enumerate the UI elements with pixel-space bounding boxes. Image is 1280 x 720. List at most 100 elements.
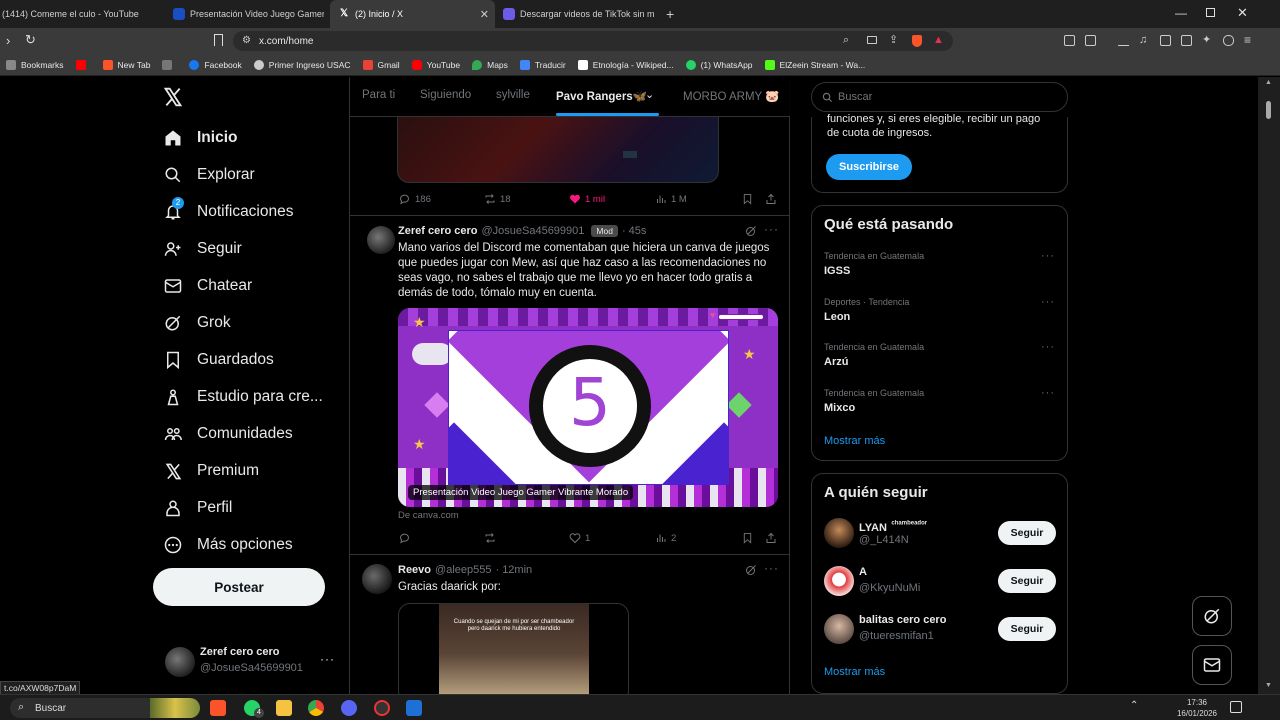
brave-shields-icon[interactable] [912,35,922,47]
file-explorer-icon[interactable] [276,700,292,716]
bookmark-item[interactable] [75,59,91,70]
tab-morbo-army[interactable]: MORBO ARMY 🐷 [683,89,780,103]
views-button[interactable]: 1 M [655,193,687,205]
link-card[interactable]: ★ ★ ★ ♥ 5 Presentación Video Juego Gamer… [398,308,778,507]
bookmark-icon[interactable] [742,193,753,205]
scroll-up-icon[interactable]: ▲ [1265,79,1272,86]
app-icon[interactable] [406,700,422,716]
account-switcher[interactable]: Zeref cero cero @JosueSa45699901 ··· [160,640,340,684]
taskbar-search[interactable]: ⌕ Buscar [10,698,200,718]
nav-more-options[interactable]: Más opciones [163,535,293,555]
brave-rewards-icon[interactable]: ▲ [933,34,944,46]
more-icon[interactable]: ··· [1041,341,1055,353]
new-tab-icon[interactable]: + [666,6,674,22]
cast-icon[interactable] [867,36,877,44]
author-handle[interactable]: @aleep555 [435,564,491,576]
tab-for-you[interactable]: Para ti [362,89,395,101]
page-scrollbar[interactable]: ▲ ▼ [1258,77,1280,694]
repost-button[interactable] [484,532,500,544]
bookmark-item[interactable]: Bookmarks [6,59,64,70]
show-more-link[interactable]: Mostrar más [824,666,885,678]
leo-icon[interactable]: ✦ [1202,35,1213,46]
share-icon[interactable] [765,532,777,544]
chevron-up-icon[interactable]: ⌃ [1130,700,1138,711]
nav-bookmarks[interactable]: Guardados [163,350,274,370]
more-icon[interactable]: ··· [764,222,779,236]
address-bar[interactable]: ⚙ x.com/home ⌕ ⇪ ▲ [233,31,953,51]
nav-premium[interactable]: Premium [163,461,259,481]
bookmark-icon[interactable] [742,532,753,544]
screenshot-icon[interactable] [1085,35,1096,46]
media-image[interactable]: Cuando se quejan de mi por ser chambeado… [398,603,629,694]
nav-grok[interactable]: Grok [163,313,231,333]
subscribe-button[interactable]: Suscribirse [826,154,912,180]
more-icon[interactable]: ··· [764,561,779,575]
clock[interactable]: 17:36 16/01/2026 [1172,697,1222,719]
whatsapp-taskbar-icon[interactable]: 4 [244,700,264,718]
zoom-icon[interactable]: ⌕ [843,34,849,47]
follow-suggestion[interactable]: LYAN chambeador @_L414N Seguir [812,514,1067,558]
nav-communities[interactable]: Comunidades [163,424,293,444]
chrome-icon[interactable] [308,700,324,716]
tab-pavo-rangers[interactable]: Pavo Rangers🦋 [556,89,647,103]
nav-profile[interactable]: Perfil [163,498,232,518]
timestamp[interactable]: · 45s [622,225,646,237]
vpn-icon[interactable] [1223,35,1234,46]
trend-item[interactable]: Tendencia en Guatemala Arzú ··· [812,337,1067,381]
sidebar-icon[interactable] [1160,35,1171,46]
bookmark-page-icon[interactable] [214,34,223,46]
grok-float-button[interactable] [1192,596,1232,636]
bookmark-item[interactable]: Maps [472,59,508,70]
follow-button[interactable]: Seguir [998,521,1056,545]
reply-button[interactable] [399,532,415,544]
follow-suggestion[interactable]: A @KkyuNuMi Seguir [812,562,1067,606]
bookmark-item[interactable]: Gmail [362,59,400,70]
search-input[interactable]: Buscar [811,82,1068,112]
nav-notifications[interactable]: 2 Notificaciones [163,197,294,222]
bookmark-item[interactable]: Primer Ingreso USAC [253,59,351,70]
obs-icon[interactable] [374,700,390,716]
follow-suggestion[interactable]: balitas cero cero @tueresmifan1 Seguir [812,610,1067,654]
bookmark-item[interactable]: Etnología - Wikiped... [577,59,674,70]
discord-icon[interactable] [341,700,357,716]
views-button[interactable]: 2 [655,532,676,544]
site-info-icon[interactable]: ⚙ [242,35,251,46]
more-icon[interactable]: ··· [1041,250,1055,262]
scrollbar-thumb[interactable] [1266,101,1271,119]
menu-icon[interactable]: ≡ [1244,34,1255,46]
x-logo-icon[interactable] [163,87,183,107]
bookmark-item[interactable]: YouTube [411,59,460,70]
tweet[interactable]: Reevo @aleep555 · 12min ··· Gracias daar… [350,555,790,694]
trend-item[interactable]: Deportes · Tendencia Leon ··· [812,292,1067,336]
scroll-down-icon[interactable]: ▼ [1265,682,1272,689]
trend-item[interactable]: Tendencia en Guatemala IGSS ··· [812,246,1067,290]
author-name[interactable]: Reevo [398,564,431,576]
maximize-icon[interactable] [1206,8,1215,17]
bookmark-item[interactable]: Traducir [519,59,566,70]
bookmark-item[interactable]: Facebook [189,59,242,70]
wallet-icon[interactable] [1181,35,1192,46]
author-handle[interactable]: @JosueSa45699901 [481,225,584,237]
browser-tab-tiktok[interactable]: Descargar videos de TikTok sin marca [495,0,660,28]
show-more-link[interactable]: Mostrar más [824,435,885,447]
share-icon[interactable] [765,193,777,205]
trend-item[interactable]: Tendencia en Guatemala Mixco ··· [812,383,1067,427]
nav-chat[interactable]: Chatear [163,276,252,296]
brave-taskbar-icon[interactable] [210,700,226,716]
repost-button[interactable]: 18 [484,193,511,205]
reply-button[interactable]: 186 [399,193,431,205]
reload-icon[interactable]: ↻ [25,32,36,48]
author-name[interactable]: Zeref cero cero [398,225,477,237]
bookmark-item[interactable]: ElZeein Stream - Wa... [764,59,865,70]
like-button[interactable]: 1 mil [569,193,605,205]
music-icon[interactable]: ♫ [1139,35,1150,46]
avatar[interactable] [367,226,395,254]
grok-icon[interactable] [745,225,757,237]
extension-icon[interactable] [1064,35,1075,46]
share-icon[interactable]: ⇪ [889,33,898,46]
close-window-icon[interactable]: ✕ [1237,5,1248,21]
tab-sylville[interactable]: sylville [496,89,530,101]
tab-following[interactable]: Siguiendo [420,89,471,101]
follow-button[interactable]: Seguir [998,569,1056,593]
bookmark-item[interactable] [162,59,177,70]
